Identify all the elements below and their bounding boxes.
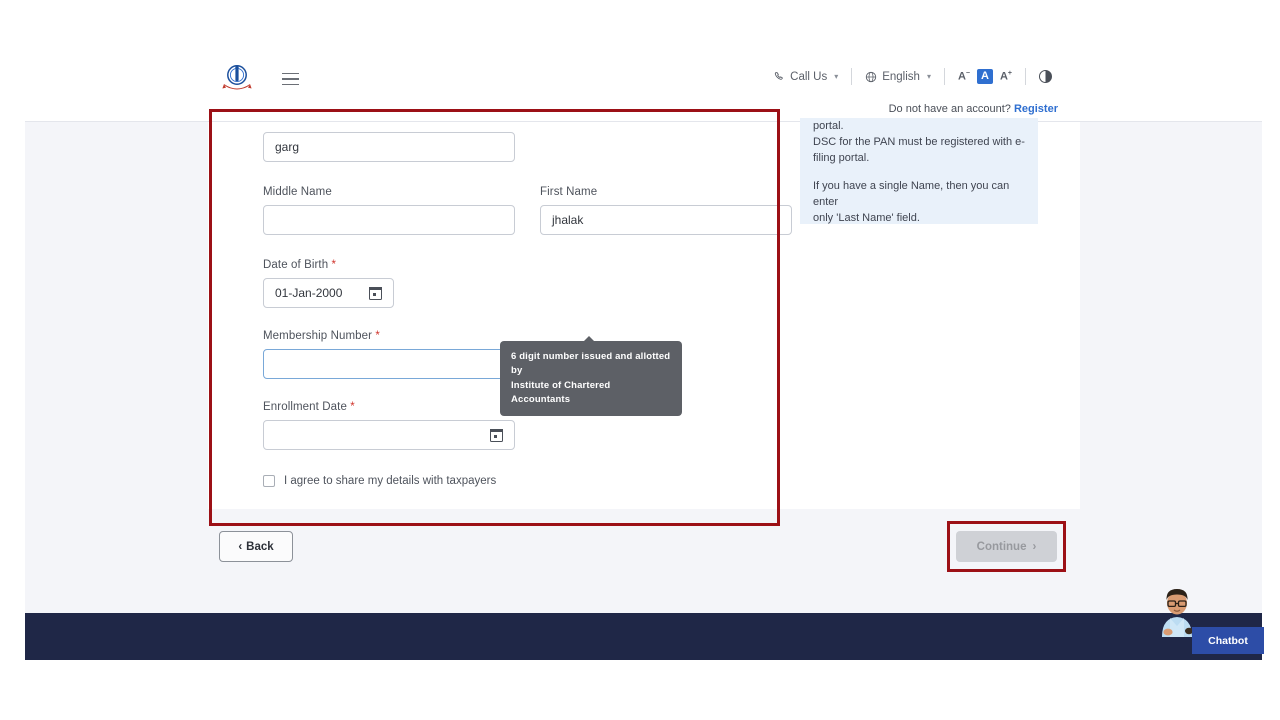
font-size-controls: A− A A+ <box>945 69 1025 84</box>
chevron-down-icon: ▾ <box>927 72 931 81</box>
chatbot-label: Chatbot <box>1208 635 1248 647</box>
required-marker: * <box>332 259 337 271</box>
header-left-group <box>220 62 299 96</box>
continue-button[interactable]: Continue › <box>956 531 1057 562</box>
required-marker: * <box>350 401 355 413</box>
calendar-icon[interactable] <box>490 429 503 442</box>
last-name-value: garg <box>275 141 299 153</box>
last-name-field-group: garg <box>263 122 823 162</box>
hamburger-menu-icon[interactable] <box>282 73 299 86</box>
phone-icon <box>774 71 785 82</box>
dob-input[interactable]: 01-Jan-2000 <box>263 278 394 308</box>
info-line-5: only 'Last Name' field. <box>813 210 1025 224</box>
tooltip-line-1: 6 digit number issued and allotted by <box>511 350 671 379</box>
chevron-left-icon: ‹ <box>238 541 242 553</box>
required-marker: * <box>375 330 380 342</box>
info-line-4: If you have a single Name, then you can … <box>813 178 1025 210</box>
first-name-value: jhalak <box>552 214 583 226</box>
call-us-menu[interactable]: Call Us ▾ <box>761 71 851 83</box>
font-normal-button[interactable]: A <box>977 69 993 84</box>
language-menu[interactable]: English ▾ <box>852 71 944 83</box>
first-name-label: First Name <box>540 186 792 198</box>
middle-name-label: Middle Name <box>263 186 515 198</box>
first-name-input[interactable]: jhalak <box>540 205 792 235</box>
consent-checkbox-row[interactable]: I agree to share my details with taxpaye… <box>263 475 823 487</box>
consent-checkbox[interactable] <box>263 475 275 487</box>
font-decrease-button[interactable]: A− <box>958 70 970 83</box>
contrast-toggle-icon <box>1039 70 1052 83</box>
account-prompt-text: Do not have an account? <box>889 103 1011 115</box>
page-root: Call Us ▾ English ▾ A− A A+ <box>0 0 1280 720</box>
language-label: English <box>882 71 920 83</box>
info-line-2: DSC for the PAN must be registered with … <box>813 134 1025 150</box>
chatbot-button[interactable]: Chatbot <box>1192 627 1264 654</box>
enrollment-date-input[interactable] <box>263 420 515 450</box>
dob-label: Date of Birth * <box>263 259 823 271</box>
calendar-icon[interactable] <box>369 287 382 300</box>
back-button-label: Back <box>246 541 274 553</box>
tooltip-line-2: Institute of Chartered Accountants <box>511 379 671 408</box>
middle-name-input[interactable] <box>263 205 515 235</box>
back-button[interactable]: ‹ Back <box>219 531 293 562</box>
call-us-label: Call Us <box>790 71 827 83</box>
first-name-field-group: First Name jhalak <box>540 186 792 235</box>
account-prompt: Do not have an account? Register <box>889 103 1058 115</box>
register-link[interactable]: Register <box>1014 103 1058 115</box>
last-name-input[interactable]: garg <box>263 132 515 162</box>
site-footer <box>25 613 1262 660</box>
income-tax-emblem-logo[interactable] <box>220 62 254 96</box>
site-header: Call Us ▾ English ▾ A− A A+ <box>0 58 1280 103</box>
name-row: Middle Name First Name jhalak <box>263 186 823 235</box>
consent-label: I agree to share my details with taxpaye… <box>284 475 496 487</box>
header-right-group: Call Us ▾ English ▾ A− A A+ <box>761 68 1065 85</box>
info-line-1: portal. <box>813 118 1025 134</box>
chevron-down-icon: ▾ <box>834 72 838 81</box>
tooltip-arrow <box>584 336 594 341</box>
info-line-3: filing portal. <box>813 150 1025 166</box>
middle-name-field-group: Middle Name <box>263 186 515 235</box>
membership-number-input[interactable] <box>263 349 515 379</box>
info-spacer <box>813 166 1025 178</box>
chevron-right-icon: › <box>1032 541 1036 553</box>
continue-button-label: Continue <box>977 541 1027 553</box>
membership-number-tooltip: 6 digit number issued and allotted by In… <box>500 341 682 416</box>
dob-value: 01-Jan-2000 <box>275 287 342 299</box>
contrast-toggle-button[interactable] <box>1026 70 1065 83</box>
registration-form: garg Middle Name First Name <box>263 122 823 487</box>
font-increase-button[interactable]: A+ <box>1000 70 1012 83</box>
dob-field-group: Date of Birth * 01-Jan-2000 <box>263 259 823 308</box>
info-help-panel: portal. DSC for the PAN must be register… <box>800 118 1038 224</box>
globe-icon <box>865 71 877 83</box>
